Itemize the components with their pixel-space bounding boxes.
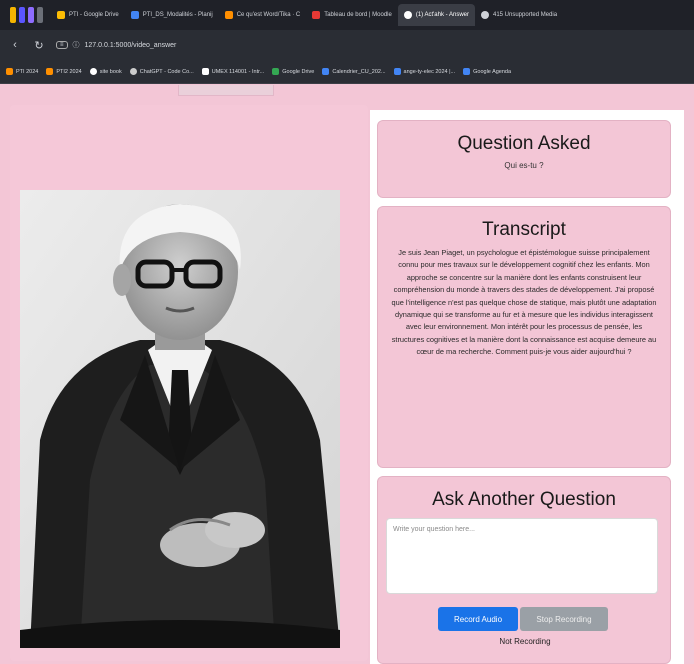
tab-label: 415 Unsupported Media [493, 12, 558, 18]
globe-icon [481, 11, 489, 19]
bookmark-label: PTI 2024 [16, 68, 39, 75]
openai-icon [129, 68, 137, 75]
question-input[interactable] [386, 518, 658, 594]
page-icon [201, 68, 209, 75]
bookmark-label: PTI2 2024 [56, 68, 82, 75]
browser-tab-3[interactable]: Tableau de bord | Moodle [306, 4, 398, 26]
bookmark-label: UMEX 114001 - Intr... [211, 68, 265, 75]
tab-label: PTI - Google Drive [69, 12, 119, 18]
browser-tab-2[interactable]: Ce qu'est Word/Tika · C [219, 4, 307, 26]
bookmark-label: ChatGPT - Code Co... [139, 68, 194, 75]
window-icon-gray [37, 7, 43, 23]
tab-label: Tableau de bord | Moodle [324, 12, 392, 18]
bookmark-item[interactable]: Calendrier_CU_202... [322, 68, 386, 75]
browser-tab-bar: PTI - Google Drive PTI_DS_Modalités - Pl… [0, 0, 694, 30]
window-icon-purple [28, 7, 34, 23]
record-audio-button[interactable]: Record Audio [438, 607, 518, 631]
page-top-strip [0, 85, 694, 97]
tab-label: (1) Act'ahk - Answer [415, 12, 469, 18]
bookmark-label: Calendrier_CU_202... [332, 68, 386, 75]
bookmark-label: Google Drive [282, 68, 315, 75]
bookmark-item[interactable]: UMEX 114001 - Intr... [201, 68, 265, 75]
portrait-image [20, 190, 340, 648]
url-text: 127.0.0.1:5000/video_answer [84, 41, 177, 49]
gitlab-icon [224, 11, 233, 19]
bookmark-item[interactable]: PTI 2024 [6, 68, 38, 75]
address-bar-row: ‹ ↻ ≡ ⓘ 127.0.0.1:5000/video_answer [0, 30, 694, 60]
window-icon-blue [19, 7, 25, 23]
bookmark-label: Google Agenda [473, 68, 512, 75]
tab-label: PTI_DS_Modalités - Planij [142, 12, 213, 18]
gitlab-icon [6, 68, 13, 75]
question-asked-card: Question Asked Qui es-tu ? [377, 120, 671, 198]
header-fragment [178, 85, 274, 96]
bookmark-item[interactable]: Google Drive [272, 68, 314, 75]
stop-recording-button[interactable]: Stop Recording [520, 607, 608, 631]
transcript-title: Transcript [482, 219, 566, 240]
site-info-icon[interactable]: ≡ [56, 41, 68, 49]
window-icon-yellow [10, 7, 16, 23]
bookmark-label: site book [99, 68, 122, 75]
back-arrow-icon[interactable]: ‹ [8, 39, 22, 51]
transcript-card: Transcript Je suis Jean Piaget, un psych… [377, 206, 671, 468]
bookmark-item[interactable]: Google Agenda [463, 68, 511, 75]
globe-icon [403, 11, 412, 19]
browser-tab-1[interactable]: PTI_DS_Modalités - Planij [125, 4, 219, 26]
address-field[interactable]: ≡ ⓘ 127.0.0.1:5000/video_answer [56, 40, 176, 50]
bookmark-item[interactable]: PTI2 2024 [46, 68, 82, 75]
drive-icon [57, 11, 65, 19]
gitlab-icon [46, 68, 54, 75]
github-icon [89, 68, 97, 75]
recording-status: Not Recording [499, 637, 551, 646]
question-text: Qui es-tu ? [504, 161, 544, 170]
browser-tab-5[interactable]: 415 Unsupported Media [475, 4, 563, 26]
moodle-icon [312, 11, 321, 19]
bookmark-item[interactable]: site book [89, 68, 122, 75]
avatar-photo [20, 190, 340, 648]
window-controls [10, 7, 43, 23]
bookmark-item[interactable]: ange-ty-elec 2024 |... [393, 68, 456, 75]
doc-icon [130, 11, 139, 19]
calendar-icon [463, 68, 471, 75]
question-asked-title: Question Asked [457, 133, 591, 154]
browser-tab-0[interactable]: PTI - Google Drive [51, 4, 125, 26]
tab-label: Ce qu'est Word/Tika · C [236, 12, 301, 18]
page-icon [393, 68, 401, 75]
bookmark-item[interactable]: ChatGPT - Code Co... [129, 68, 194, 75]
transcript-text: Je suis Jean Piaget, un psychologue et é… [391, 248, 657, 357]
reload-icon[interactable]: ↻ [32, 39, 46, 52]
info-icon: ⓘ [72, 42, 80, 49]
bookmarks-bar: PTI 2024 PTI2 2024 site book ChatGPT - C… [0, 60, 694, 84]
calendar-icon [322, 68, 330, 75]
bookmark-label: ange-ty-elec 2024 |... [403, 68, 456, 75]
browser-tab-active[interactable]: (1) Act'ahk - Answer [397, 4, 475, 26]
drive-icon [272, 68, 280, 75]
ask-question-title: Ask Another Question [432, 489, 616, 510]
